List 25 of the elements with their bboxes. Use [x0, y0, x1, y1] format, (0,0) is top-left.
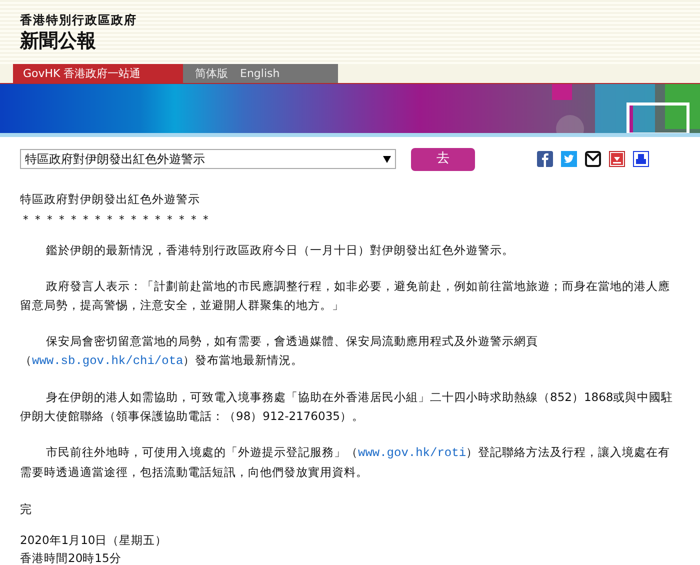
government-name: 香港特別行政區政府: [20, 12, 138, 28]
article-paragraph: 政府發言人表示：「計劃前赴當地的市民應調整行程，如非必要，避免前赴，例如前往當地旅遊；而身在當地的港人應留意局勢，提高警惕，注意安全，並避開人群聚集的地方。」: [20, 278, 671, 314]
article-paragraph: 市民前往外地時，可使用入境處的「外遊提示登記服務」（www.gov.hk/roti）登記聯絡方法及行程，讓入境處在有需要時透過適當途徑，包括流動電話短訊，向他們發放實用資料。: [20, 444, 672, 481]
release-time: 香港時間20時15分: [20, 550, 122, 565]
mail-icon[interactable]: [585, 151, 601, 167]
release-date: 2020年1月10日（星期五）: [20, 532, 168, 549]
article-paragraph: 保安局會密切留意當地的局勢，如有需要，會透過媒體、保安局流動應用程式及外遊警示網頁（www.sb.gov.hk/chi/ota）發布當地最新情況。: [20, 333, 539, 370]
nav-link[interactable]: GovHK 香港政府一站通: [13, 64, 183, 83]
nav-link[interactable]: English: [240, 64, 280, 83]
download-icon[interactable]: [609, 151, 625, 167]
print-icon[interactable]: [633, 151, 649, 167]
dropdown-caret-icon: [383, 156, 391, 162]
link[interactable]: www.gov.hk/roti: [358, 446, 466, 460]
link[interactable]: www.sb.gov.hk/chi/ota: [32, 354, 184, 368]
article-paragraph: 鑑於伊朗的最新情況，香港特別行政區政府今日（一月十日）對伊朗發出紅色外遊警示。: [45, 242, 515, 259]
article-selector[interactable]: 特區政府對伊朗發出紅色外遊警示: [20, 149, 396, 169]
go-button[interactable]: 去: [411, 148, 475, 170]
article-paragraph: 身在伊朗的港人如需協助，可致電入境事務處「協助在外香港居民小組」二十四小時求助熱線（852）1868或與中國駐伊朗大使館聯絡（領事保護協助電話：（98）912-2176035）。: [20, 389, 674, 425]
end-mark: 完: [20, 501, 33, 518]
separator-asterisks: ＊＊＊＊＊＊＊＊＊＊＊＊＊＊＊＊: [20, 211, 213, 228]
article-title: 特區政府對伊朗發出紅色外遊警示: [20, 191, 201, 208]
nav-link[interactable]: 简体版: [195, 64, 228, 83]
facebook-icon[interactable]: [537, 151, 553, 167]
twitter-icon[interactable]: [561, 151, 577, 167]
page-title: 新聞公報: [20, 29, 97, 54]
